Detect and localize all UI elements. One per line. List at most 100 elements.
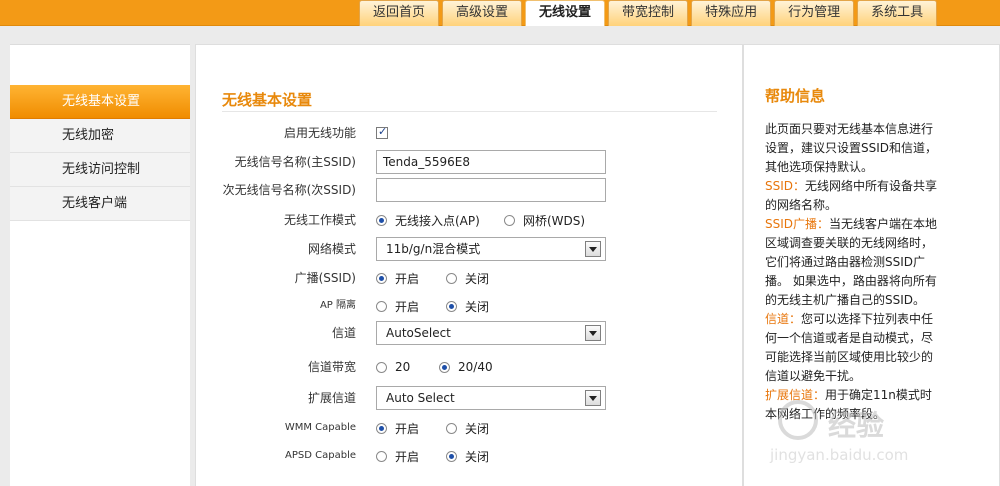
sidebar-item-access-control[interactable]: 无线访问控制 — [10, 153, 190, 187]
top-tabs: 返回首页 高级设置 无线设置 带宽控制 特殊应用 行为管理 系统工具 — [359, 0, 940, 26]
channel-value: AutoSelect — [386, 326, 451, 340]
row-network-mode: 网络模式 11b/g/n混合模式 — [196, 236, 744, 262]
wmm-off-option[interactable]: 关闭 — [446, 420, 489, 437]
watermark-url: jingyan.baidu.com — [770, 446, 909, 464]
ap-isolation-on-label: 开启 — [395, 299, 420, 314]
radio-broadcast-on[interactable] — [376, 272, 387, 284]
broadcast-on-label: 开启 — [395, 271, 420, 286]
bandwidth-20-option[interactable]: 20 — [376, 360, 439, 374]
chevron-down-icon[interactable] — [585, 325, 601, 341]
broadcast-label: 广播(SSID) — [294, 271, 356, 285]
apsd-label: APSD Capable — [285, 450, 356, 461]
network-mode-value: 11b/g/n混合模式 — [386, 242, 481, 256]
radio-wmm-off[interactable] — [446, 422, 457, 434]
radio-bandwidth-20[interactable] — [376, 361, 387, 373]
tab-wireless[interactable]: 无线设置 — [525, 0, 606, 26]
tab-special-apps[interactable]: 特殊应用 — [691, 0, 772, 26]
row-work-mode: 无线工作模式 无线接入点(AP) 网桥(WDS) — [196, 207, 744, 233]
radio-wmm-on[interactable] — [376, 422, 387, 434]
top-nav-bar: 返回首页 高级设置 无线设置 带宽控制 特殊应用 行为管理 系统工具 — [0, 0, 1000, 26]
apsd-off-label: 关闭 — [465, 449, 490, 464]
ext-channel-label: 扩展信道 — [307, 391, 356, 405]
radio-ap[interactable] — [376, 214, 387, 226]
ssid-primary-label: 无线信号名称(主SSID) — [234, 155, 356, 169]
radio-ap-isolation-on[interactable] — [376, 300, 387, 312]
ap-isolation-on-option[interactable]: 开启 — [376, 298, 446, 315]
ap-option-label: 无线接入点(AP) — [395, 213, 480, 228]
row-apsd: APSD Capable 开启 关闭 — [196, 443, 744, 469]
sidebar-item-encryption[interactable]: 无线加密 — [10, 119, 190, 153]
row-ap-isolation: AP 隔离 开启 关闭 — [196, 293, 744, 319]
sidebar-menu: 无线基本设置 无线加密 无线访问控制 无线客户端 — [10, 85, 190, 221]
tab-behavior-mgmt[interactable]: 行为管理 — [774, 0, 855, 26]
channel-label: 信道 — [331, 326, 356, 340]
bandwidth-label: 信道带宽 — [307, 360, 356, 374]
row-channel: 信道 AutoSelect — [196, 320, 744, 346]
broadcast-off-option[interactable]: 关闭 — [446, 270, 489, 287]
ap-isolation-label: AP 隔离 — [319, 300, 356, 311]
apsd-on-option[interactable]: 开启 — [376, 448, 446, 465]
chevron-down-icon[interactable] — [585, 241, 601, 257]
paw-logo-icon — [778, 400, 818, 440]
ssid-secondary-input[interactable] — [376, 178, 606, 202]
apsd-on-label: 开启 — [395, 449, 420, 464]
help-channel-key: 信道： — [765, 312, 802, 326]
work-mode-ap-option[interactable]: 无线接入点(AP) — [376, 212, 504, 229]
radio-apsd-on[interactable] — [376, 450, 387, 462]
page-title: 无线基本设置 — [222, 91, 313, 109]
wmm-label: WMM Capable — [284, 422, 356, 433]
row-ext-channel: 扩展信道 Auto Select — [196, 385, 744, 411]
watermark: 经验 jingyan.baidu.com — [770, 398, 990, 478]
radio-broadcast-off[interactable] — [446, 272, 457, 284]
ssid-primary-input[interactable]: Tenda_5596E8 — [376, 150, 606, 174]
ext-channel-value: Auto Select — [386, 391, 455, 405]
radio-bandwidth-2040[interactable] — [439, 361, 450, 373]
watermark-text: 经验 — [828, 409, 885, 442]
row-broadcast: 广播(SSID) 开启 关闭 — [196, 265, 744, 291]
bandwidth-2040-label: 20/40 — [458, 360, 493, 374]
wmm-on-option[interactable]: 开启 — [376, 420, 446, 437]
enable-wireless-checkbox[interactable] — [376, 125, 388, 139]
settings-panel: 无线基本设置 启用无线功能 无线信号名称(主SSID) Tenda_5596E8… — [195, 44, 743, 486]
row-ssid-secondary: 次无线信号名称(次SSID) — [196, 177, 744, 203]
ext-channel-select[interactable]: Auto Select — [376, 386, 606, 410]
tab-bandwidth[interactable]: 带宽控制 — [608, 0, 689, 26]
radio-apsd-off[interactable] — [446, 450, 457, 462]
sidebar-item-basic-settings[interactable]: 无线基本设置 — [10, 85, 190, 119]
ssid-secondary-label: 次无线信号名称(次SSID) — [222, 183, 356, 197]
apsd-off-option[interactable]: 关闭 — [446, 448, 489, 465]
bandwidth-20-label: 20 — [395, 360, 411, 374]
row-bandwidth: 信道带宽 20 20/40 — [196, 354, 744, 380]
tab-advanced[interactable]: 高级设置 — [442, 0, 523, 26]
work-mode-label: 无线工作模式 — [283, 213, 356, 227]
sidebar: 无线基本设置 无线加密 无线访问控制 无线客户端 — [10, 44, 190, 486]
broadcast-off-label: 关闭 — [465, 271, 490, 286]
row-wmm: WMM Capable 开启 关闭 — [196, 415, 744, 441]
help-text: 此页面只要对无线基本信息进行设置，建议只设置SSID和信道，其他选项保持默认。 … — [765, 120, 943, 424]
broadcast-on-option[interactable]: 开启 — [376, 270, 446, 287]
network-mode-select[interactable]: 11b/g/n混合模式 — [376, 237, 606, 261]
ap-isolation-off-option[interactable]: 关闭 — [446, 298, 489, 315]
tab-home[interactable]: 返回首页 — [359, 0, 440, 26]
work-mode-wds-option[interactable]: 网桥(WDS) — [504, 212, 585, 229]
help-intro: 此页面只要对无线基本信息进行设置，建议只设置SSID和信道，其他选项保持默认。 — [765, 122, 938, 174]
row-enable-wireless: 启用无线功能 — [196, 120, 744, 146]
wds-option-label: 网桥(WDS) — [523, 213, 586, 228]
help-title: 帮助信息 — [765, 87, 826, 105]
bandwidth-2040-option[interactable]: 20/40 — [439, 360, 493, 374]
tab-system-tools[interactable]: 系统工具 — [857, 0, 938, 26]
title-divider — [222, 111, 717, 112]
wmm-on-label: 开启 — [395, 421, 420, 436]
row-ssid-primary: 无线信号名称(主SSID) Tenda_5596E8 — [196, 149, 744, 175]
channel-select[interactable]: AutoSelect — [376, 321, 606, 345]
help-ssid-key: SSID： — [765, 179, 806, 193]
network-mode-label: 网络模式 — [307, 242, 356, 256]
enable-wireless-label: 启用无线功能 — [283, 126, 356, 140]
wmm-off-label: 关闭 — [465, 421, 490, 436]
help-broadcast-key: SSID广播： — [765, 217, 830, 231]
chevron-down-icon[interactable] — [585, 390, 601, 406]
radio-wds[interactable] — [504, 214, 515, 226]
ap-isolation-off-label: 关闭 — [465, 299, 490, 314]
radio-ap-isolation-off[interactable] — [446, 300, 457, 312]
sidebar-item-clients[interactable]: 无线客户端 — [10, 187, 190, 221]
